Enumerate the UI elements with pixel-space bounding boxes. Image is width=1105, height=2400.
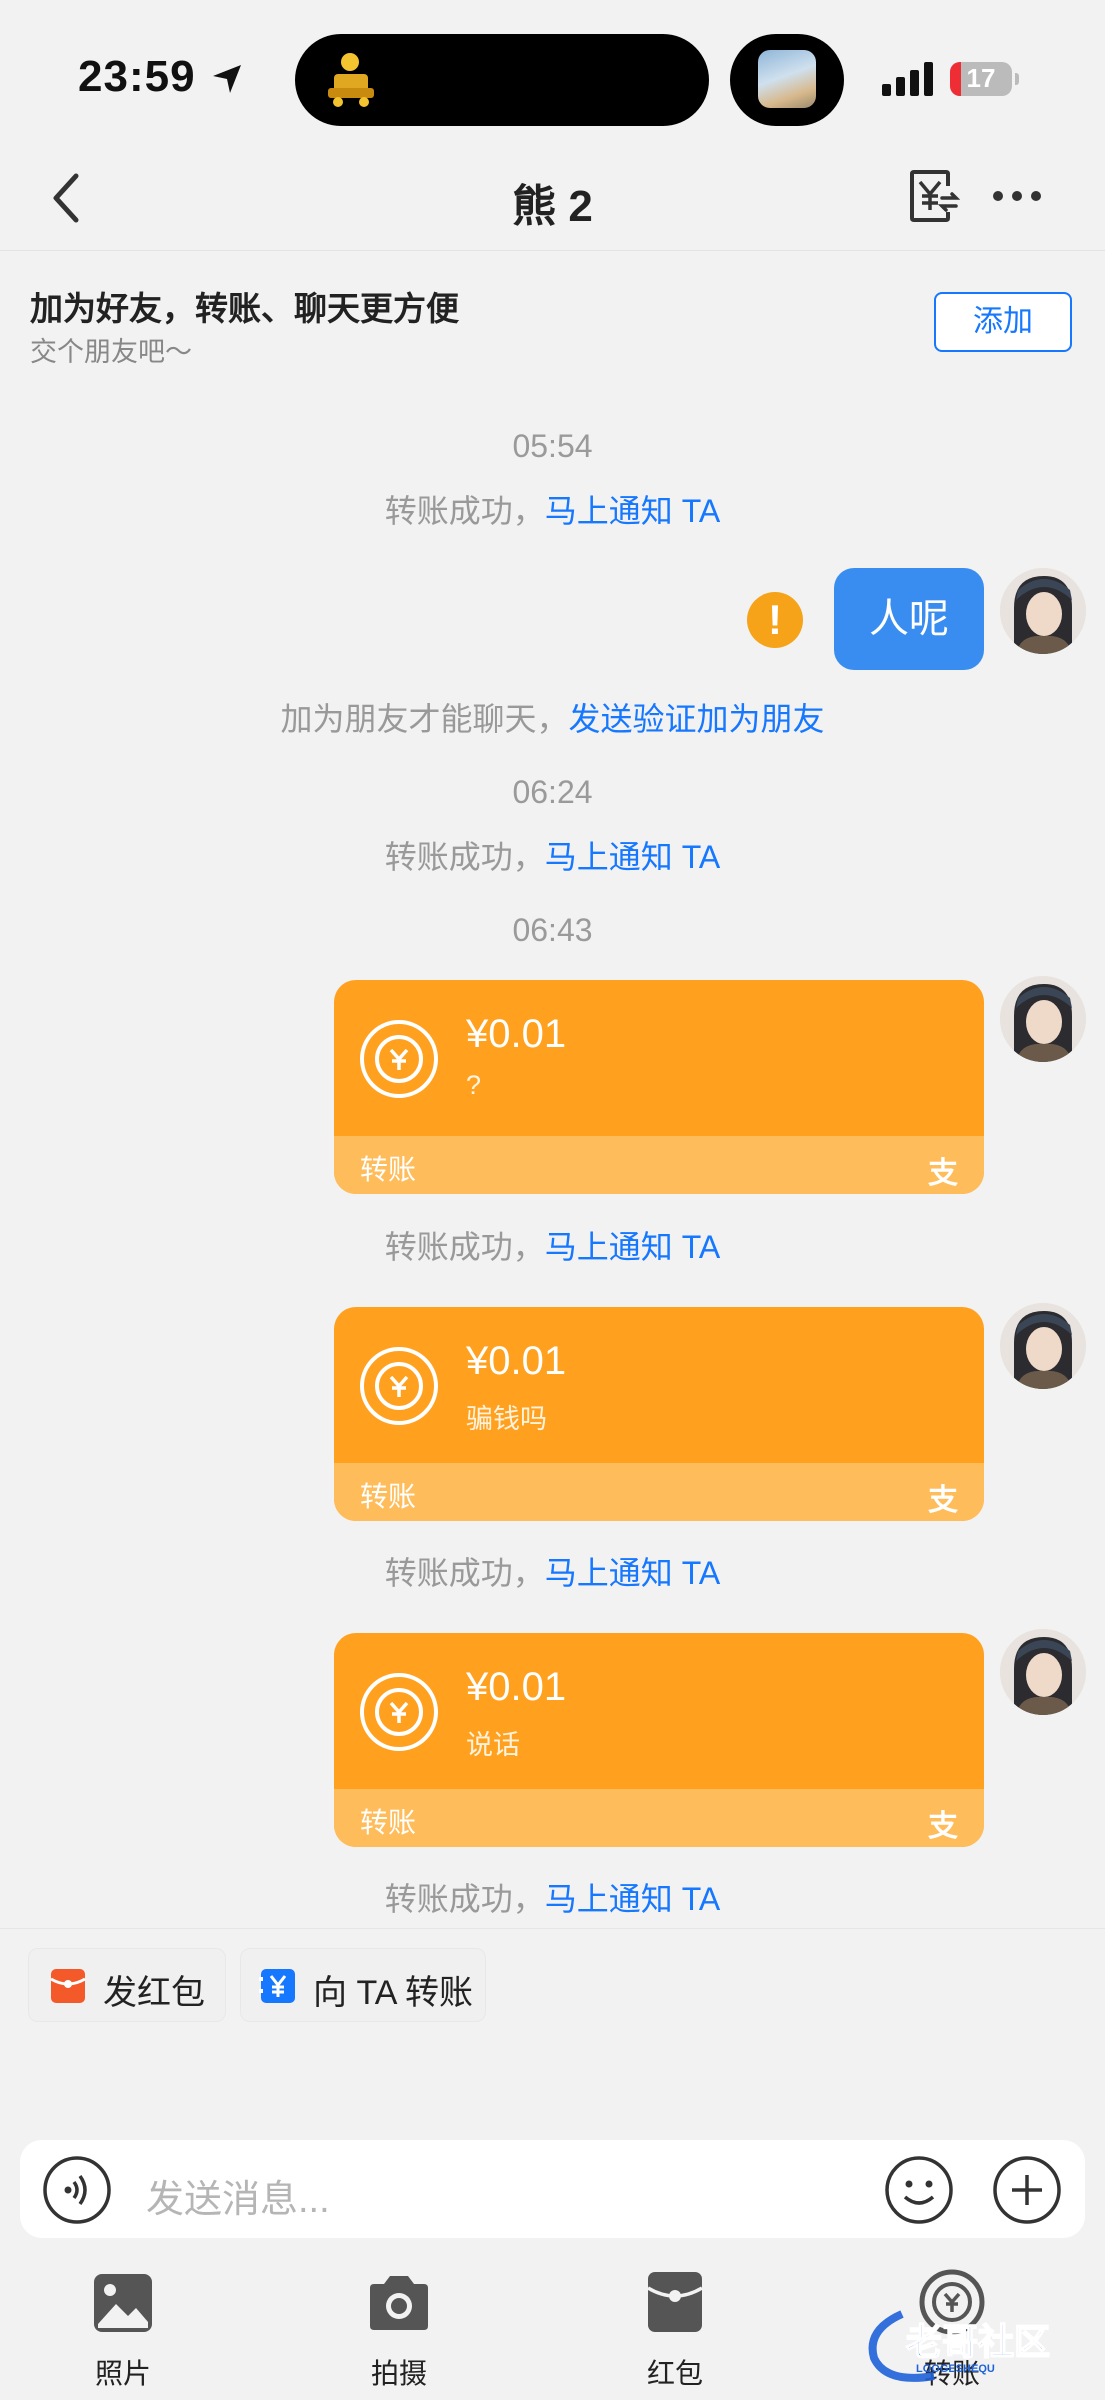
system-notice: 转账成功，马上通知 TA	[0, 486, 1105, 532]
add-friend-subtitle: 交个朋友吧～	[30, 337, 192, 367]
watermark-text: 老哥社区	[906, 2321, 1050, 2362]
transfer-card[interactable]: ¥0.01 说话 转账 支	[334, 1633, 984, 1847]
live-activity-thumbnail	[758, 50, 816, 108]
alipay-icon: 支	[928, 1157, 958, 1190]
add-friend-button[interactable]: 添加	[934, 292, 1072, 352]
timestamp: 06:43	[512, 912, 593, 948]
avatar-image	[1000, 568, 1086, 654]
transfer-note: 骗钱吗	[466, 1404, 547, 1434]
toolbar-camera-label[interactable]: 拍摄	[329, 2352, 469, 2392]
cellular-signal-icon	[882, 62, 933, 96]
transfer-coin-icon	[360, 1020, 438, 1098]
notify-link[interactable]: 马上通知 TA	[545, 1555, 720, 1591]
transfer-yuan-icon	[259, 1969, 295, 2003]
alipay-icon: 支	[928, 1810, 958, 1843]
transfer-card-footer: 转账 支	[334, 1136, 984, 1194]
transfer-coin-icon	[360, 1347, 438, 1425]
send-red-packet-label: 发红包	[103, 1974, 205, 2012]
avatar-image	[1000, 976, 1086, 1062]
site-watermark-logo: 老哥社区 LOOGESHEQU	[868, 2310, 1051, 2382]
avatar[interactable]	[1000, 1629, 1086, 1715]
notify-link[interactable]: 马上通知 TA	[545, 1229, 720, 1265]
transfer-label: 转账	[360, 1807, 417, 1838]
send-verification-link[interactable]: 发送验证加为朋友	[569, 701, 825, 737]
transfer-amount: ¥0.01	[466, 1665, 567, 1709]
toolbar-photos-label[interactable]: 照片	[53, 2352, 193, 2392]
system-notice-text: 转账成功，	[384, 1555, 545, 1591]
avatar-image	[1000, 1303, 1086, 1389]
system-notice-text: 转账成功，	[384, 493, 545, 529]
transfer-card-body: ¥0.01 说话	[334, 1633, 984, 1789]
timestamp: 05:54	[512, 428, 593, 464]
system-notice-text: 转账成功，	[384, 839, 545, 875]
red-packet-icon	[50, 1969, 86, 2003]
game-app-icon	[328, 53, 374, 107]
avatar[interactable]	[1000, 1303, 1086, 1389]
location-arrow-icon	[213, 65, 241, 93]
system-notice: 转账成功，马上通知 TA	[0, 1222, 1105, 1268]
toolbar-red-packet-label[interactable]: 红包	[605, 2352, 745, 2392]
transfer-card-footer: 转账 支	[334, 1789, 984, 1847]
system-notice: 转账成功，马上通知 TA	[0, 1874, 1105, 1920]
system-notice: 转账成功，马上通知 TA	[0, 1548, 1105, 1594]
emoji-icon[interactable]	[884, 2155, 954, 2225]
message-bubble[interactable]: 人呢	[834, 568, 984, 670]
transfer-label: 转账	[360, 1154, 417, 1185]
timestamp: 06:24	[512, 774, 593, 810]
avatar-image	[1000, 1629, 1086, 1715]
watermark-subtext: LOOGESHEQU	[916, 2363, 995, 2375]
battery-tip	[1015, 73, 1019, 85]
voice-input-icon[interactable]	[42, 2155, 112, 2225]
avatar[interactable]	[1000, 568, 1086, 654]
more-options-icon[interactable]	[992, 186, 1042, 206]
notify-link[interactable]: 马上通知 TA	[545, 839, 720, 875]
system-notice-text: 加为朋友才能聊天，	[280, 701, 569, 737]
transfer-note: ?	[466, 1070, 482, 1100]
transfer-card[interactable]: ¥0.01 骗钱吗 转账 支	[334, 1307, 984, 1521]
photo-icon[interactable]	[92, 2272, 154, 2334]
transfer-note: 说话	[466, 1730, 520, 1760]
status-time: 23:59	[78, 52, 196, 101]
system-notice-text: 转账成功，	[384, 1229, 545, 1265]
transfer-to-ta-button[interactable]: 向 TA 转账	[240, 1948, 486, 2022]
back-chevron-icon[interactable]	[46, 170, 86, 226]
nav-divider	[0, 250, 1105, 251]
quick-actions-divider	[0, 1928, 1105, 1929]
transfer-card-body: ¥0.01 骗钱吗	[334, 1307, 984, 1463]
transfer-card[interactable]: ¥0.01 ? 转账 支	[334, 980, 984, 1194]
transfer-records-icon[interactable]	[908, 168, 960, 224]
transfer-card-body: ¥0.01 ?	[334, 980, 984, 1136]
transfer-amount: ¥0.01	[466, 1012, 567, 1056]
send-failed-icon[interactable]: !	[747, 592, 803, 648]
transfer-label: 转账	[360, 1481, 417, 1512]
alipay-icon: 支	[928, 1484, 958, 1517]
transfer-amount: ¥0.01	[466, 1339, 567, 1383]
battery-indicator: 17	[950, 62, 1012, 96]
notify-link[interactable]: 马上通知 TA	[545, 1881, 720, 1917]
camera-icon[interactable]	[366, 2274, 432, 2332]
system-notice-text: 转账成功，	[384, 1881, 545, 1917]
battery-percent: 17	[966, 63, 996, 93]
message-input[interactable]: 发送消息...	[146, 2168, 330, 2223]
plus-icon[interactable]	[992, 2155, 1062, 2225]
system-notice: 加为朋友才能聊天，发送验证加为朋友	[0, 694, 1105, 740]
add-friend-title: 加为好友，转账、聊天更方便	[30, 290, 459, 327]
notify-link[interactable]: 马上通知 TA	[545, 493, 720, 529]
system-notice: 转账成功，马上通知 TA	[0, 832, 1105, 878]
avatar[interactable]	[1000, 976, 1086, 1062]
send-red-packet-button[interactable]: 发红包	[28, 1948, 226, 2022]
transfer-card-footer: 转账 支	[334, 1463, 984, 1521]
transfer-to-ta-label: 向 TA 转账	[313, 1974, 473, 2012]
transfer-coin-icon	[360, 1673, 438, 1751]
red-packet-tool-icon[interactable]	[646, 2270, 704, 2334]
